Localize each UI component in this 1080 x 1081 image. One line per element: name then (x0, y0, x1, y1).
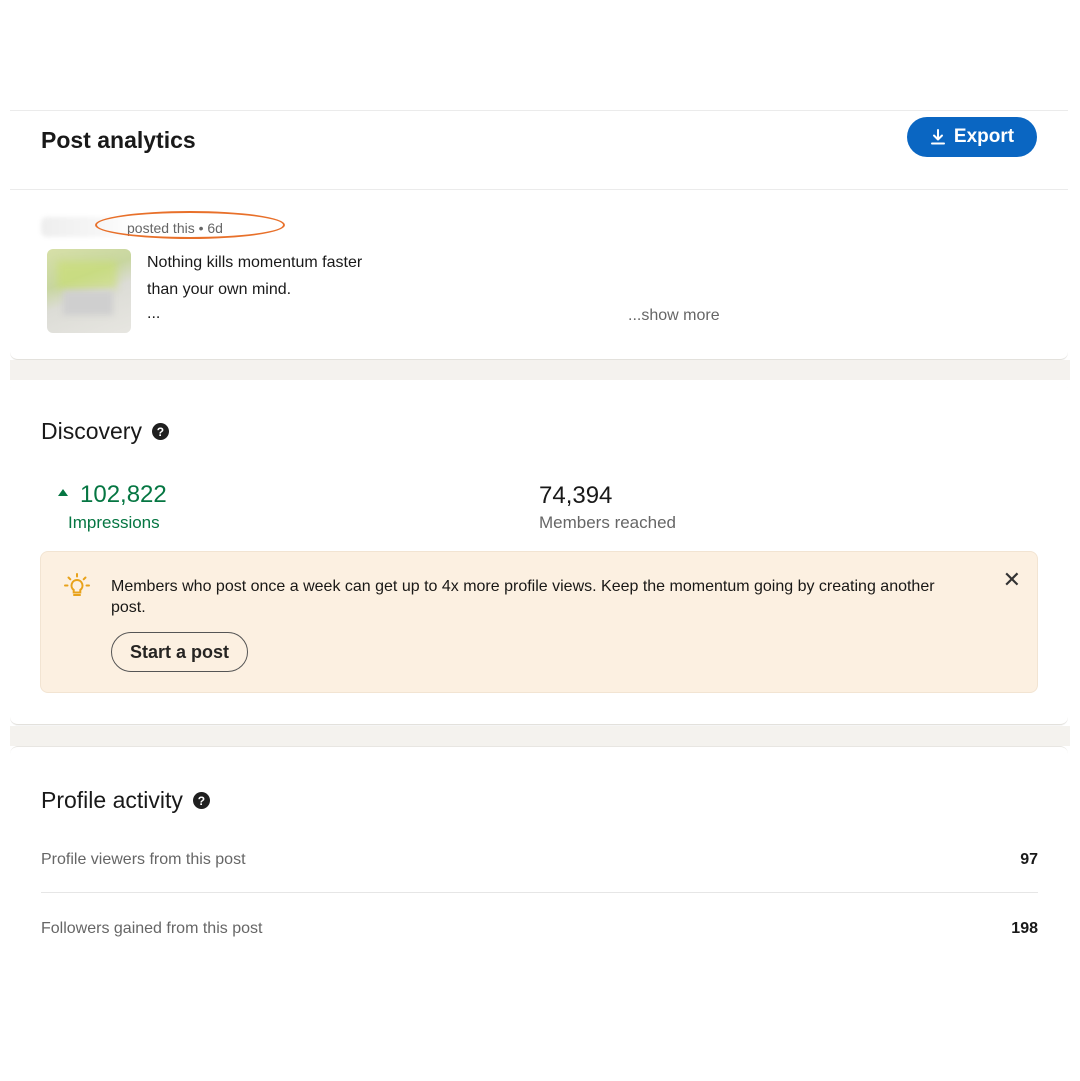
members-reached-value: 74,394 (539, 482, 613, 509)
help-icon[interactable]: ? (192, 792, 210, 809)
post-analytics-header-card: Post analytics Export posted this • 6d N… (10, 110, 1068, 360)
help-icon[interactable]: ? (151, 423, 169, 440)
discovery-title-text: Discovery (41, 418, 142, 444)
export-label: Export (953, 126, 1015, 147)
followers-gained-label: Followers gained from this post (41, 920, 263, 937)
followers-gained-row: Followers gained from this post 198 (41, 919, 1038, 987)
members-reached-label: Members reached (539, 513, 677, 532)
profile-activity-card: Profile activity ? Profile viewers from … (10, 746, 1068, 1081)
header-divider (10, 189, 1068, 190)
impressions-value: 102,822 (58, 481, 167, 509)
start-a-post-button[interactable]: Start a post (111, 632, 249, 672)
download-icon (930, 128, 945, 144)
show-more-link[interactable]: ...show more (628, 307, 720, 325)
header-row: Post analytics Export (41, 111, 1037, 189)
discovery-title: Discovery ? (41, 418, 169, 445)
tip-text: Members who post once a week can get up … (111, 578, 935, 616)
profile-viewers-value: 97 (1020, 851, 1038, 868)
export-button[interactable]: Export (907, 117, 1037, 157)
close-icon[interactable]: ✕ (1003, 569, 1021, 591)
discovery-card: Discovery ? 102,822 Impressions 74,394 M… (10, 380, 1068, 725)
tip-banner: Members who post once a week can get up … (40, 551, 1038, 693)
post-text-ellipsis: ... (147, 305, 161, 322)
row-divider (41, 892, 1038, 893)
profile-activity-title-text: Profile activity (41, 787, 183, 813)
section-gap-2 (10, 726, 1070, 746)
impressions-number: 102,822 (80, 481, 167, 508)
post-thumbnail[interactable] (47, 249, 131, 333)
profile-viewers-label: Profile viewers from this post (41, 851, 246, 868)
followers-gained-value: 198 (1011, 920, 1038, 937)
page-title: Post analytics (41, 127, 196, 153)
post-text-line-1: Nothing kills momentum faster (147, 254, 363, 271)
profile-activity-title: Profile activity ? (41, 787, 210, 814)
impressions-label: Impressions (68, 513, 160, 532)
highlight-annotation (95, 211, 285, 239)
profile-viewers-row: Profile viewers from this post 97 (41, 850, 1038, 918)
lightbulb-icon (64, 573, 90, 596)
section-gap (10, 360, 1070, 380)
post-text-line-2: than your own mind. (147, 281, 292, 298)
trend-up-icon (58, 489, 68, 497)
